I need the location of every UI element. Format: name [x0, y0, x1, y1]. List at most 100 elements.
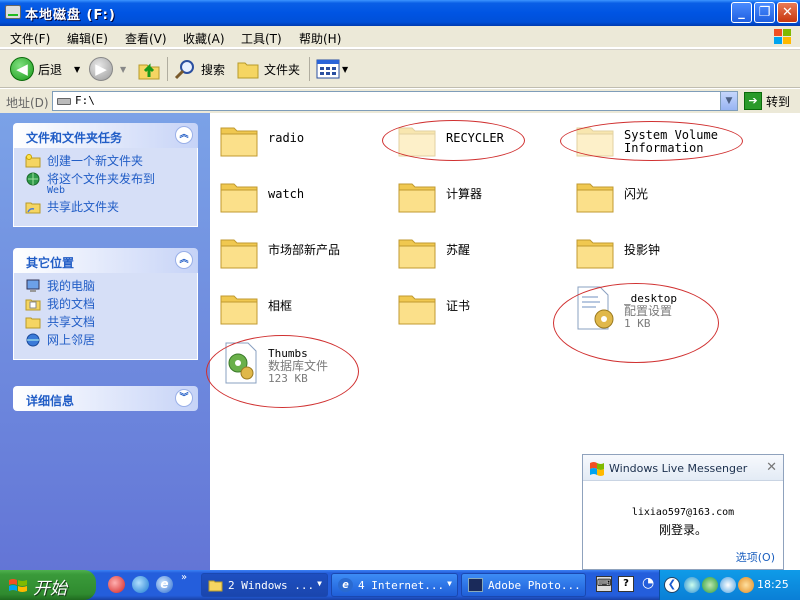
taskbar-button-photoshop[interactable]: Adobe Photo... [461, 573, 586, 597]
messenger-status: 刚登录。 [658, 523, 707, 537]
keyboard-icon[interactable]: ⌨ [596, 576, 612, 592]
file-item[interactable]: 相框 [220, 287, 370, 331]
menu-help[interactable]: 帮助(H) [299, 30, 341, 47]
minimize-button[interactable]: _ [731, 2, 752, 23]
tray-qq-icon[interactable] [720, 577, 736, 593]
folders-label: 文件夹 [264, 62, 301, 77]
file-item[interactable]: 苏醒 [398, 231, 548, 275]
place-network[interactable]: 网上邻居 [25, 333, 197, 347]
tray-messenger-icon[interactable] [702, 577, 718, 593]
publish-web-icon [26, 172, 40, 186]
taskbar-button-explorer[interactable]: 2 Windows ... ▼ [201, 573, 328, 597]
details-header[interactable]: 详细信息 ︾ [13, 386, 198, 411]
up-folder-icon [138, 63, 160, 80]
chevron-up-icon[interactable]: ︽ [175, 251, 193, 269]
task-new-folder[interactable]: 创建一个新文件夹 [25, 154, 197, 168]
file-item[interactable]: 证书 [398, 287, 548, 331]
quicklaunch-ie-icon[interactable]: e [156, 576, 173, 593]
close-button[interactable]: ✕ [777, 2, 798, 23]
folders-button[interactable]: 文件夹 [236, 55, 300, 83]
folder-icon [220, 239, 258, 269]
language-icon[interactable]: ◔ [642, 575, 654, 591]
menu-view[interactable]: 查看(V) [125, 30, 167, 47]
tray-network-icon[interactable] [684, 577, 700, 593]
folders-icon [237, 62, 259, 79]
chevron-down-icon[interactable]: ︾ [175, 389, 193, 407]
file-item[interactable]: 计算器 [398, 175, 548, 219]
quicklaunch-expand-icon[interactable]: » [181, 572, 187, 583]
place-my-computer[interactable]: 我的电脑 [25, 279, 197, 293]
title-bar[interactable]: 本地磁盘 (F:) _ ❐ ✕ [0, 0, 800, 26]
messenger-notification[interactable]: Windows Live Messenger ✕ lixiao597@163.c… [582, 454, 784, 570]
file-item[interactable]: System Volume Information [576, 119, 746, 163]
my-computer-icon [26, 279, 40, 292]
up-folder-button[interactable] [137, 55, 161, 83]
file-item[interactable]: 市场部新产品 [220, 231, 370, 275]
forward-button[interactable]: ▶ ▼ [89, 55, 126, 83]
address-value: F:\ [75, 94, 95, 107]
back-button[interactable]: ◀ 后退 ▼ [10, 55, 80, 83]
folder-icon [398, 183, 436, 213]
file-item[interactable]: _desktop 配置设置 1 KB [572, 283, 732, 335]
window-title: 本地磁盘 (F:) [25, 8, 116, 23]
config-file-icon [577, 286, 614, 330]
details-title: 详细信息 [26, 394, 75, 408]
folder-icon [220, 295, 258, 325]
address-dropdown-icon[interactable]: ▼ [720, 92, 737, 110]
file-item[interactable]: RECYCLER [398, 119, 548, 163]
messenger-options-link[interactable]: 选项(O) [736, 549, 775, 565]
address-input[interactable]: F:\ ▼ [52, 91, 738, 111]
new-folder-icon [25, 154, 41, 168]
file-tasks-title: 文件和文件夹任务 [26, 131, 123, 145]
menu-file[interactable]: 文件(F) [10, 30, 50, 47]
taskbar-button-ie[interactable]: e 4 Internet... ▼ [331, 573, 458, 597]
file-item[interactable]: 闪光 [576, 175, 726, 219]
taskbar: 开始 e » 2 Windows ... ▼ e 4 Internet... ▼… [0, 570, 800, 600]
chevron-down-icon: ▼ [317, 579, 322, 588]
folder-icon [398, 239, 436, 269]
tray-volume-icon[interactable] [738, 577, 754, 593]
tray-collapse-icon[interactable]: ❮ [664, 577, 680, 593]
folder-icon [220, 183, 258, 213]
maximize-button[interactable]: ❐ [754, 2, 775, 23]
quicklaunch-qq-icon[interactable] [132, 576, 149, 593]
close-icon[interactable]: ✕ [766, 460, 777, 475]
menu-favorites[interactable]: 收藏(A) [183, 30, 225, 47]
search-button[interactable]: 搜索 [173, 55, 225, 83]
place-shared-documents[interactable]: 共享文档 [25, 315, 197, 329]
windows-flag-icon [9, 579, 27, 592]
folder-icon [220, 127, 258, 157]
place-my-documents[interactable]: 我的文档 [25, 297, 197, 311]
clock[interactable]: 18:25 [757, 578, 789, 591]
file-item[interactable]: radio [220, 119, 370, 163]
folder-icon [208, 580, 223, 592]
file-tasks-header[interactable]: 文件和文件夹任务 ︽ [13, 123, 198, 148]
help-icon[interactable]: ? [618, 576, 634, 592]
start-button[interactable]: 开始 [0, 570, 96, 600]
other-places-panel: 其它位置 ︽ 我的电脑 我的文档 共享文档 网上邻居 [13, 248, 198, 360]
share-folder-icon [25, 202, 41, 214]
my-documents-icon [25, 299, 41, 311]
go-arrow-icon: ➔ [744, 92, 762, 110]
go-button[interactable]: ➔ 转到 [744, 92, 790, 110]
chevron-down-icon: ▼ [447, 579, 452, 588]
menu-tools[interactable]: 工具(T) [241, 30, 282, 47]
task-share-folder[interactable]: 共享此文件夹 [25, 200, 197, 214]
chevron-up-icon[interactable]: ︽ [175, 126, 193, 144]
file-item[interactable]: Thumbs 数据库文件 123 KB [220, 341, 380, 393]
file-item[interactable]: watch [220, 175, 370, 219]
views-button[interactable]: ▼ [316, 55, 348, 83]
menu-edit[interactable]: 编辑(E) [67, 30, 108, 47]
views-icon [316, 59, 340, 79]
quicklaunch-media-icon[interactable] [108, 576, 125, 593]
back-arrow-icon: ◀ [10, 57, 34, 81]
search-label: 搜索 [201, 62, 226, 77]
back-dropdown-icon[interactable]: ▼ [74, 65, 80, 74]
forward-dropdown-icon[interactable]: ▼ [120, 65, 126, 74]
back-label: 后退 [38, 62, 63, 77]
messenger-email: lixiao597@163.com [631, 507, 735, 518]
forward-arrow-icon: ▶ [89, 57, 113, 81]
task-publish-web[interactable]: 将这个文件夹发布到 Web [25, 172, 197, 196]
other-places-header[interactable]: 其它位置 ︽ [13, 248, 198, 273]
file-item[interactable]: 投影钟 [576, 231, 726, 275]
